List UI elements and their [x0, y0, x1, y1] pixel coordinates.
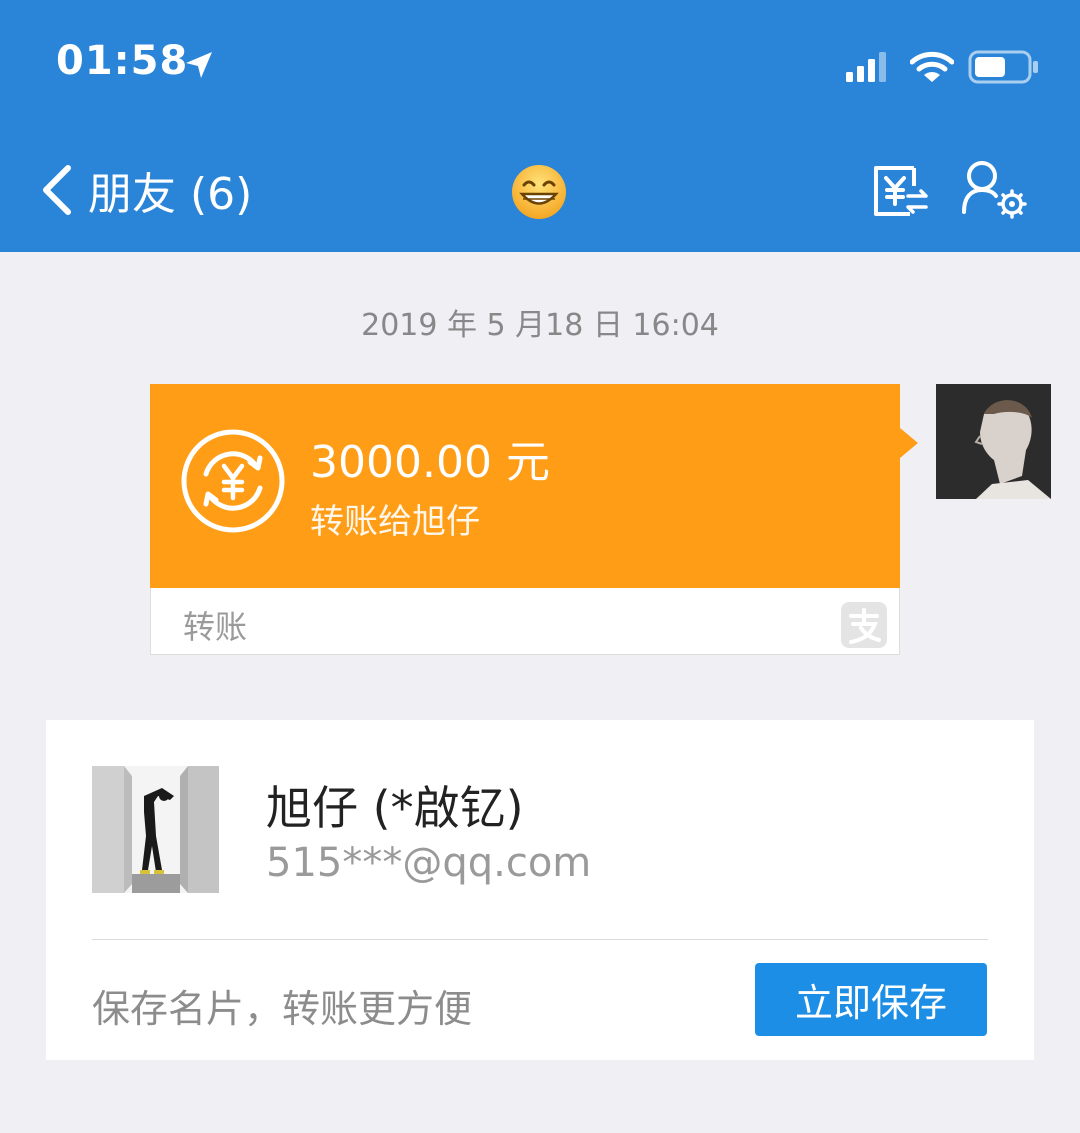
status-time: 01:58 — [56, 38, 189, 84]
self-avatar[interactable] — [936, 384, 1051, 499]
user-settings-icon[interactable] — [958, 158, 1032, 220]
transfer-bubble-footer: 转账 — [150, 588, 900, 655]
contact-name: 旭仔 (*啟钇) — [266, 781, 524, 835]
transfer-bubble-body[interactable]: 3000.00 元 转账给旭仔 — [150, 384, 900, 588]
chat-timestamp: 2019 年 5 月18 日 16:04 — [361, 308, 719, 343]
battery-icon — [968, 50, 1038, 84]
transfer-yuan-icon[interactable] — [870, 160, 930, 220]
save-now-button[interactable]: 立即保存 — [755, 963, 987, 1036]
avatar-portrait-image — [936, 384, 1051, 499]
contact-avatar[interactable] — [92, 766, 219, 893]
wifi-icon — [910, 51, 954, 82]
yuan-transfer-icon — [181, 429, 285, 533]
signal-icon — [846, 52, 886, 82]
contact-account: 515***@qq.com — [266, 840, 592, 886]
contact-avatar-image — [92, 766, 219, 893]
save-card-hint: 保存名片，转账更方便 — [92, 987, 473, 1031]
transfer-footer-label: 转账 — [183, 608, 248, 646]
transfer-message-bubble[interactable]: 3000.00 元 转账给旭仔 转账 — [150, 384, 900, 656]
transfer-amount: 3000.00 元 — [310, 437, 550, 488]
card-divider — [92, 939, 988, 940]
transfer-description: 转账给旭仔 — [310, 502, 480, 542]
bubble-tail — [900, 428, 918, 458]
back-label: 朋友 (6) — [88, 169, 253, 220]
chevron-left-icon — [43, 165, 71, 215]
location-arrow-icon — [186, 52, 212, 78]
contact-card: 旭仔 (*啟钇) 515***@qq.com 保存名片，转账更方便 立即保存 — [46, 720, 1034, 1060]
alipay-logo-icon — [841, 602, 887, 648]
grinning-face-icon — [512, 165, 566, 219]
back-button[interactable]: 朋友 (6) — [40, 158, 252, 222]
top-bar: 01:58 朋友 (6) — [0, 0, 1080, 252]
